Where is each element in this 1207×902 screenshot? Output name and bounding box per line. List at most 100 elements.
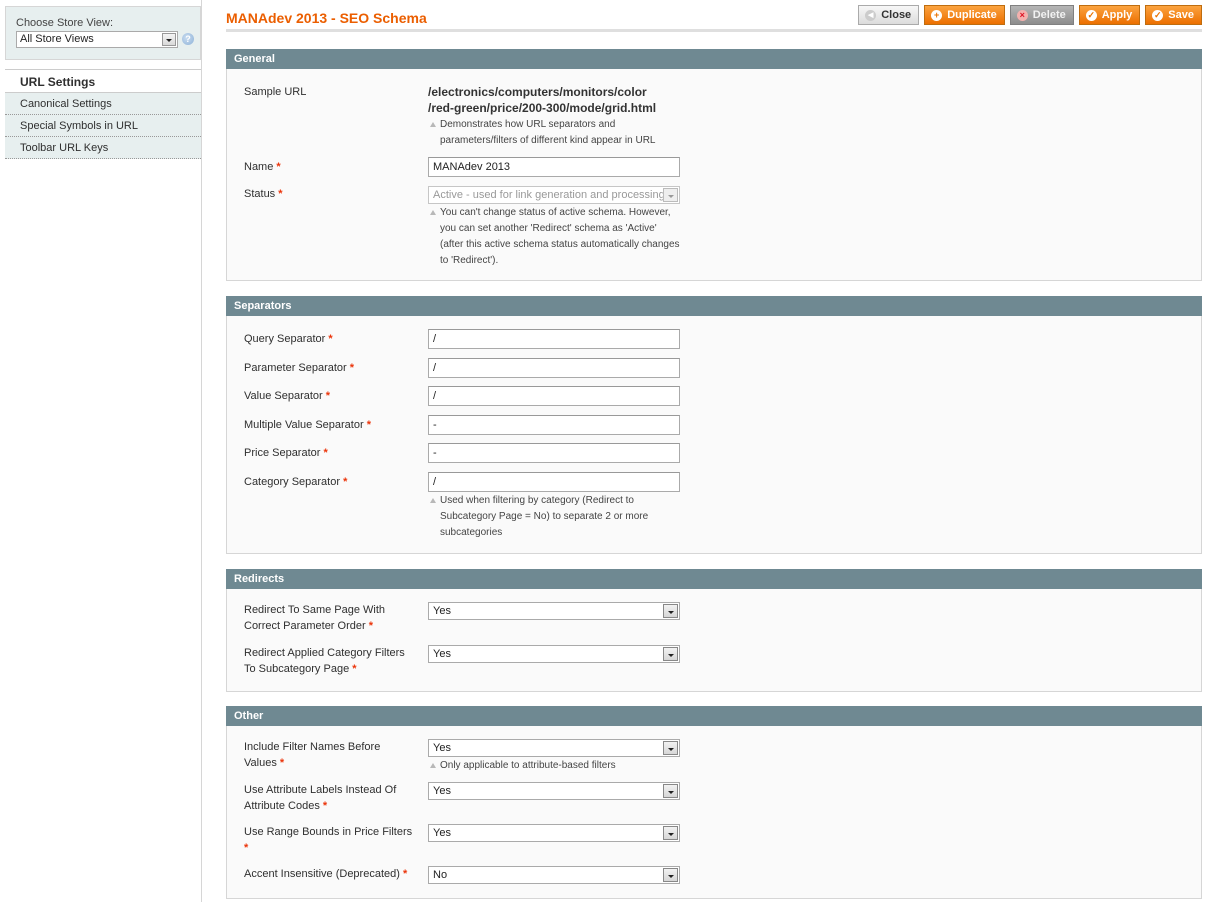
field-label: Parameter Separator (244, 362, 347, 374)
category-separator-input[interactable] (428, 472, 680, 492)
section-redirects-title: Redirects (226, 569, 1202, 589)
include-filter-names-note: Only applicable to attribute-based filte… (428, 758, 680, 774)
field-label: Value Separator (244, 390, 323, 402)
duplicate-button-label: Duplicate (947, 9, 997, 21)
apply-button-label: Apply (1101, 9, 1133, 21)
store-switcher-label: Choose Store View: (16, 17, 114, 29)
apply-button[interactable]: ✓ Apply (1078, 5, 1141, 25)
delete-button[interactable]: × Delete (1009, 5, 1074, 25)
section-separators-title: Separators (226, 296, 1202, 316)
section-general-title: General (226, 49, 1202, 69)
action-buttons: ◀ Close + Duplicate × Delete ✓ Apply ✓ S… (858, 5, 1202, 25)
chevron-down-icon (663, 741, 678, 755)
title-divider (226, 29, 1202, 32)
section-other-title: Other (226, 706, 1202, 726)
check-icon: ✓ (1152, 9, 1164, 21)
required-mark: * (349, 362, 355, 374)
section-redirects: Redirects Redirect To Same Page With Cor… (226, 569, 1202, 692)
store-switcher: Choose Store View: All Store Views ? (5, 6, 201, 60)
duplicate-button[interactable]: + Duplicate (924, 5, 1005, 25)
parameter-separator-input[interactable] (428, 358, 680, 378)
page-title: MANAdev 2013 - SEO Schema (226, 10, 427, 26)
tab-url-settings[interactable]: URL Settings (5, 69, 201, 93)
chevron-down-icon (663, 604, 678, 618)
value-separator-input[interactable] (428, 386, 680, 406)
required-mark: * (276, 161, 281, 173)
required-mark: * (325, 390, 331, 402)
name-input[interactable] (428, 157, 680, 177)
attribute-labels-select[interactable]: Yes (428, 782, 680, 800)
chevron-down-icon (663, 188, 678, 202)
tab-special-symbols[interactable]: Special Symbols in URL (5, 115, 201, 137)
plus-icon: + (931, 9, 943, 21)
field-label: Use Range Bounds in Price Filters (244, 826, 413, 838)
price-separator-input[interactable] (428, 443, 680, 463)
store-view-value: All Store Views (20, 33, 94, 45)
required-mark: * (352, 663, 357, 675)
sample-url-note: Demonstrates how URL separators and para… (428, 117, 680, 149)
chevron-down-icon (162, 33, 176, 46)
redirect-same-page-select[interactable]: Yes (428, 602, 680, 620)
multiple-value-separator-input[interactable] (428, 415, 680, 435)
required-mark: * (343, 476, 348, 488)
select-value: Yes (433, 742, 451, 754)
required-mark: * (366, 419, 371, 431)
tab-canonical-settings[interactable]: Canonical Settings (5, 93, 201, 115)
accent-insensitive-select[interactable]: No (428, 866, 680, 884)
status-value: Active - used for link generation and pr… (433, 189, 663, 201)
section-separators: Separators Query Separator * Parameter S… (226, 296, 1202, 554)
required-mark: * (402, 868, 408, 880)
section-general: General Sample URL /electronics/computer… (226, 49, 1202, 281)
save-button-label: Save (1168, 9, 1194, 21)
check-icon: ✓ (1085, 9, 1097, 21)
field-label: Multiple Value Separator (244, 419, 364, 431)
status-note: You can't change status of active schema… (428, 205, 680, 269)
required-mark: * (244, 842, 249, 854)
chevron-down-icon (663, 784, 678, 798)
field-label: Accent Insensitive (Deprecated) (244, 868, 400, 880)
chevron-down-icon (663, 826, 678, 840)
required-mark: * (279, 757, 285, 769)
tab-toolbar-url-keys[interactable]: Toolbar URL Keys (5, 137, 201, 159)
name-label: Name (244, 161, 274, 173)
sample-url-label: Sample URL (244, 86, 307, 98)
select-value: Yes (433, 785, 451, 797)
chevron-down-icon (663, 647, 678, 661)
status-select[interactable]: Active - used for link generation and pr… (428, 186, 680, 204)
field-label: Include Filter Names Before Values (244, 741, 381, 769)
required-mark: * (368, 620, 373, 632)
field-label: Redirect Applied Category Filters To Sub… (244, 647, 405, 675)
delete-x-icon: × (1016, 9, 1028, 21)
field-label: Price Separator (244, 447, 321, 459)
close-button-label: Close (881, 9, 912, 21)
back-arrow-icon: ◀ (865, 9, 877, 21)
delete-button-label: Delete (1032, 9, 1066, 21)
field-label: Use Attribute Labels Instead Of Attribut… (244, 784, 397, 812)
save-button[interactable]: ✓ Save (1145, 5, 1202, 25)
sample-url-line2: /red-green/price/200-300/mode/grid.html (428, 101, 657, 115)
sample-url-line1: /electronics/computers/monitors/color (428, 85, 647, 99)
field-label: Redirect To Same Page With Correct Param… (244, 604, 386, 632)
close-button[interactable]: ◀ Close (858, 5, 920, 25)
select-value: Yes (433, 827, 451, 839)
sidebar: Choose Store View: All Store Views ? URL… (0, 0, 202, 902)
required-mark: * (328, 333, 333, 345)
select-value: Yes (433, 605, 451, 617)
tabs: URL Settings Canonical Settings Special … (5, 69, 201, 159)
store-view-select[interactable]: All Store Views (16, 31, 178, 48)
section-other: Other Include Filter Names Before Values… (226, 706, 1202, 899)
required-mark: * (278, 188, 283, 200)
redirect-category-filters-select[interactable]: Yes (428, 645, 680, 663)
category-separator-note: Used when filtering by category (Redirec… (428, 493, 680, 541)
field-label: Query Separator (244, 333, 326, 345)
required-mark: * (322, 800, 328, 812)
query-separator-input[interactable] (428, 329, 680, 349)
field-label: Category Separator (244, 476, 340, 488)
select-value: No (433, 869, 448, 881)
range-bounds-select[interactable]: Yes (428, 824, 680, 842)
chevron-down-icon (663, 868, 678, 882)
required-mark: * (323, 447, 328, 459)
help-icon[interactable]: ? (182, 33, 194, 45)
include-filter-names-select[interactable]: Yes (428, 739, 680, 757)
status-label: Status (244, 188, 276, 200)
